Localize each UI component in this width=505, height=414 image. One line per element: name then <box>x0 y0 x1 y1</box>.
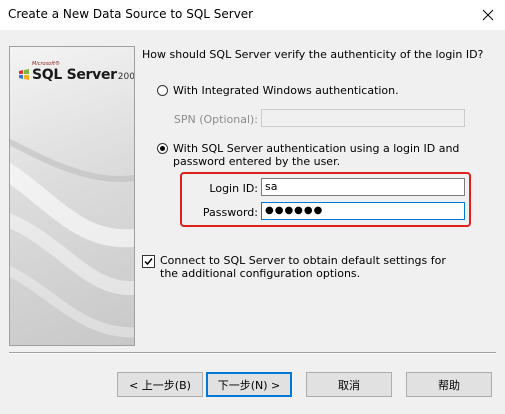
title-bar: Create a New Data Source to SQL Server <box>0 0 505 30</box>
next-button[interactable]: 下一步(N) > <box>206 372 292 397</box>
button-separator <box>9 352 496 354</box>
logo-microsoft: Microsoft® <box>32 61 60 67</box>
logo-product: SQL Server <box>32 67 117 83</box>
logo-year: 2008 <box>117 72 135 82</box>
windows-flag-icon <box>19 69 29 80</box>
radio-integrated-label: With Integrated Windows authentication. <box>173 84 399 97</box>
spn-label: SPN (Optional): <box>173 113 258 126</box>
radio-sql-button[interactable] <box>157 143 168 154</box>
auth-question: How should SQL Server verify the authent… <box>142 48 484 61</box>
sql-server-logo: SQL Server 2008 <box>18 67 135 83</box>
close-icon <box>482 9 494 21</box>
side-banner: SQL Server 2008 Microsoft® <box>9 46 135 346</box>
password-label: Password: <box>202 206 258 219</box>
window-title: Create a New Data Source to SQL Server <box>8 7 254 21</box>
login-id-input[interactable]: sa <box>261 178 465 196</box>
checkmark-icon <box>144 258 153 266</box>
cancel-button[interactable]: 取消 <box>306 372 392 397</box>
connect-checkbox-row[interactable]: Connect to SQL Server to obtain default … <box>142 254 460 280</box>
radio-integrated-auth[interactable]: With Integrated Windows authentication. <box>157 84 399 97</box>
close-button[interactable] <box>471 0 505 30</box>
swirl-decoration <box>10 138 134 338</box>
spn-input[interactable] <box>261 109 465 127</box>
connect-checkbox-label: Connect to SQL Server to obtain default … <box>160 254 446 280</box>
radio-sql-label: With SQL Server authentication using a l… <box>173 142 460 168</box>
back-button[interactable]: < 上一步(B) <box>117 372 203 397</box>
help-button[interactable]: 帮助 <box>406 372 492 397</box>
password-input[interactable]: ●●●●●● <box>261 202 465 220</box>
radio-integrated-button[interactable] <box>157 85 168 96</box>
connect-checkbox[interactable] <box>142 255 155 268</box>
login-id-label: Login ID: <box>209 182 258 195</box>
radio-sql-auth[interactable]: With SQL Server authentication using a l… <box>157 142 483 168</box>
